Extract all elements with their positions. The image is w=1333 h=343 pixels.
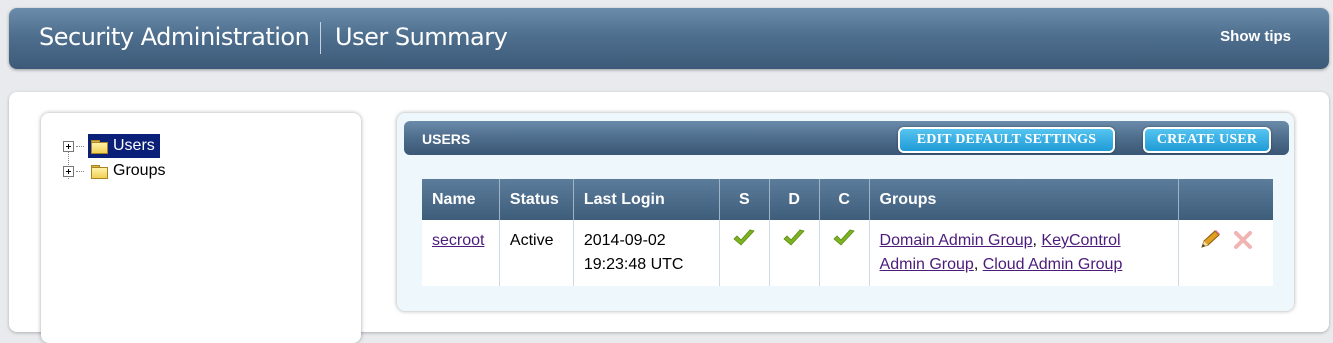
cell-name: secroot — [422, 220, 500, 286]
group-link-domain-admin[interactable]: Domain Admin Group — [880, 232, 1033, 249]
column-header-s[interactable]: S — [719, 179, 770, 220]
tree-node-groups[interactable]: Groups — [63, 159, 165, 183]
page-title: Security Administration — [39, 23, 310, 51]
expand-icon[interactable] — [63, 165, 74, 177]
page-header: Security Administration User Summary Sho… — [9, 8, 1329, 69]
tree-node-users[interactable]: Users — [63, 134, 160, 158]
cell-last-login: 2014-09-02 19:23:48 UTC — [573, 220, 720, 286]
user-name-link[interactable]: secroot — [432, 232, 484, 249]
tree-dots — [76, 145, 84, 147]
cell-status: Active — [499, 220, 574, 286]
main-content: Users Groups USERS EDIT DEFAULT SETTINGS… — [9, 92, 1329, 343]
column-header-c[interactable]: C — [819, 179, 870, 220]
checkmark-icon — [783, 229, 805, 246]
edit-default-settings-button[interactable]: EDIT DEFAULT SETTINGS — [898, 127, 1115, 153]
tree-panel: Users Groups — [41, 113, 361, 343]
column-header-d[interactable]: D — [769, 179, 820, 220]
show-tips-link[interactable]: Show tips — [1220, 28, 1291, 45]
last-login-time: 19:23:48 UTC — [583, 256, 684, 273]
group-link-cloud-admin[interactable]: Cloud Admin Group — [983, 256, 1123, 273]
title-separator — [320, 22, 321, 54]
column-header-last-login[interactable]: Last Login — [573, 179, 720, 220]
column-header-actions — [1179, 179, 1273, 220]
tree-node-label: Groups — [113, 162, 166, 179]
delete-x-icon[interactable] — [1232, 229, 1254, 251]
folder-icon — [91, 164, 108, 179]
cell-c — [819, 220, 870, 286]
checkmark-icon — [833, 229, 855, 246]
tree-dots — [76, 170, 84, 172]
tree-node-users-selected[interactable]: Users — [88, 134, 160, 158]
last-login-date: 2014-09-02 — [583, 232, 666, 249]
column-header-name[interactable]: Name — [422, 179, 500, 220]
cell-actions — [1178, 220, 1273, 286]
tree-node-label: Users — [113, 137, 155, 154]
users-table: Name Status Last Login S D C Groups secr… — [422, 179, 1273, 286]
expand-icon[interactable] — [63, 140, 74, 152]
users-panel-title: USERS — [422, 131, 471, 147]
page-subtitle: User Summary — [335, 23, 508, 51]
column-header-status[interactable]: Status — [499, 179, 574, 220]
checkmark-icon — [733, 229, 756, 246]
edit-pencil-icon[interactable] — [1198, 229, 1222, 251]
column-header-groups[interactable]: Groups — [869, 179, 1180, 220]
folder-icon — [91, 139, 108, 154]
table-header-row: Name Status Last Login S D C Groups — [422, 179, 1273, 220]
create-user-button[interactable]: CREATE USER — [1143, 127, 1271, 153]
table-row: secroot Active 2014-09-02 19:23:48 UTC D… — [422, 220, 1273, 286]
cell-groups: Domain Admin Group, KeyControl Admin Gro… — [869, 220, 1180, 286]
cell-d — [769, 220, 820, 286]
users-panel-header: USERS EDIT DEFAULT SETTINGS CREATE USER — [404, 121, 1289, 155]
cell-s — [719, 220, 770, 286]
